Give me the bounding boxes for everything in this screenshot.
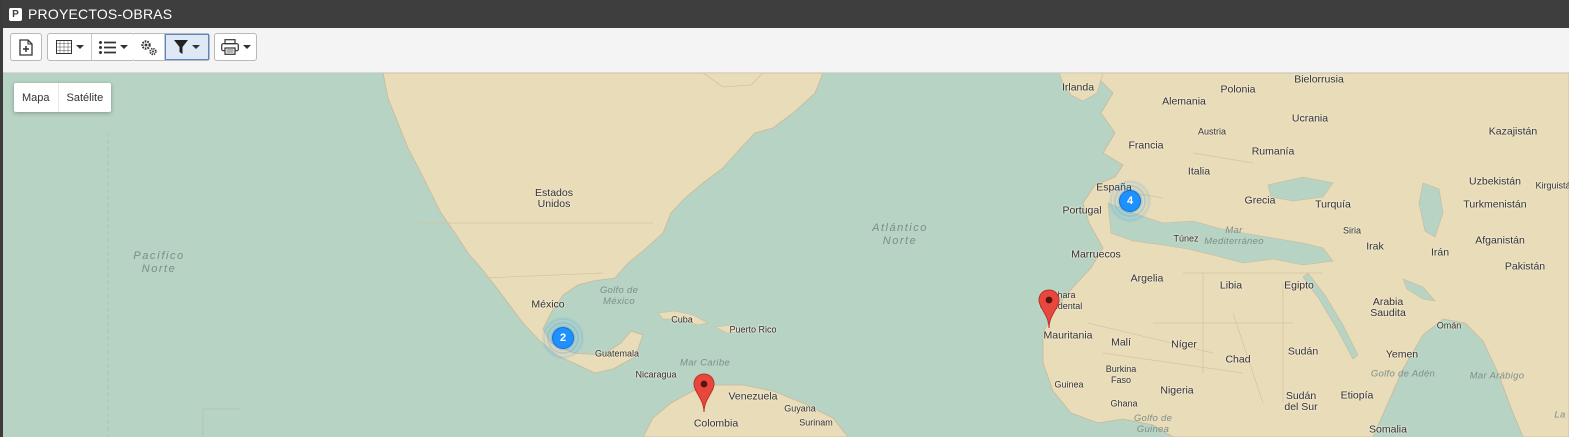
label-oman: Omán: [1436, 320, 1462, 331]
label-bielorrusia: Bielorrusia: [1294, 73, 1344, 86]
label-venezuela: Venezuela: [728, 390, 778, 403]
map-type-map[interactable]: Mapa: [14, 83, 59, 112]
label-sudan-del-sur: Sudán del Sur: [1284, 390, 1318, 413]
label-somalia: Somalia: [1369, 423, 1407, 436]
label-nicaragua: Nicaragua: [635, 369, 677, 380]
new-record-group: [10, 33, 42, 61]
grid-outline: [202, 408, 241, 437]
label-ghana: Ghana: [1110, 398, 1138, 409]
label-mauritania: Mauritania: [1043, 329, 1093, 342]
label-alemania: Alemania: [1162, 95, 1206, 108]
grid-icon: [55, 40, 72, 54]
label-ucrania: Ucrania: [1291, 112, 1329, 125]
file-plus-icon: [19, 38, 33, 56]
grid-view-button[interactable]: [48, 34, 92, 60]
label-mali: Malí: [1111, 336, 1131, 349]
filter-button[interactable]: [165, 34, 209, 60]
toolbar: [3, 28, 1569, 73]
label-irlanda: Irlanda: [1061, 81, 1095, 94]
cluster-mexico[interactable]: 2: [541, 316, 585, 360]
map-type-control: Mapa Satélite: [14, 83, 112, 112]
filter-icon: [174, 39, 188, 54]
chevron-down-icon: [192, 45, 200, 49]
label-guyana: Guyana: [784, 403, 816, 414]
label-portugal: Portugal: [1062, 204, 1102, 217]
list-view-button[interactable]: [92, 34, 134, 60]
label-kazajistan: Kazajistán: [1488, 125, 1538, 138]
list-icon: [98, 40, 116, 54]
map-background: [107, 73, 1569, 437]
label-austria: Austria: [1197, 126, 1227, 137]
label-surinam: Surinam: [799, 417, 833, 428]
new-record-button[interactable]: [11, 34, 41, 60]
label-golfo-aden: Golfo de Adén: [1370, 368, 1436, 380]
app-logo-icon: P: [9, 7, 22, 21]
label-mar-arabigo: Mar Arábigo: [1469, 370, 1525, 382]
label-guatemala: Guatemala: [594, 348, 640, 359]
view-group: [47, 33, 135, 61]
label-francia: Francia: [1128, 139, 1164, 152]
label-la: La: [1554, 409, 1566, 421]
title-bar: P PROYECTOS-OBRAS: [3, 0, 1569, 28]
map-view[interactable]: Mapa Satélite Irlanda Polonia Bielorrusi…: [3, 73, 1569, 437]
label-etiopia: Etiopía: [1340, 389, 1374, 402]
app-window: P PROYECTOS-OBRAS Mapa Satélite Irlanda …: [0, 0, 1569, 437]
chevron-down-icon: [75, 45, 84, 49]
label-golfo-mexico: Golfo de México: [599, 285, 639, 307]
label-rumania: Rumanía: [1251, 145, 1295, 158]
label-estados-unidos: Estados Unidos: [535, 187, 573, 210]
label-polonia: Polonia: [1220, 83, 1256, 96]
map-pin-icon[interactable]: [693, 373, 715, 413]
label-arabia-saudita: Arabia Saudita: [1370, 296, 1406, 319]
label-italia: Italia: [1187, 165, 1211, 178]
label-nigeria: Nigeria: [1160, 384, 1194, 397]
label-siria: Siria: [1342, 225, 1362, 236]
label-irak: Irak: [1366, 240, 1384, 253]
label-sudan: Sudán: [1287, 345, 1319, 358]
tools-group: [134, 33, 210, 61]
label-golfo-guinea: Golfo de Guinea: [1133, 413, 1173, 435]
label-atlantico-norte: Atlántico Norte: [872, 222, 928, 247]
label-egipto: Egipto: [1284, 279, 1314, 292]
printer-icon: [220, 39, 239, 55]
print-button[interactable]: [215, 34, 256, 60]
label-niger: Níger: [1171, 338, 1197, 351]
label-burkina-faso: Burkina Faso: [1105, 364, 1137, 385]
label-turkmenistan: Turkmenistán: [1463, 198, 1527, 211]
label-tunez: Túnez: [1173, 233, 1199, 244]
label-uzbekistan: Uzbekistán: [1469, 175, 1521, 188]
print-group: [214, 33, 257, 61]
label-yemen: Yemen: [1385, 348, 1419, 361]
label-marruecos: Marruecos: [1071, 248, 1121, 261]
label-chad: Chad: [1225, 353, 1251, 366]
label-grecia: Grecia: [1244, 194, 1276, 207]
label-turquia: Turquía: [1315, 198, 1351, 211]
cluster-count: 2: [552, 327, 574, 349]
label-guinea: Guinea: [1054, 379, 1084, 390]
window-title: PROYECTOS-OBRAS: [28, 6, 173, 22]
label-argelia: Argelia: [1130, 272, 1164, 285]
gears-icon: [141, 39, 157, 55]
label-iran: Irán: [1430, 246, 1450, 259]
label-mexico: México: [531, 298, 565, 311]
map-type-satellite[interactable]: Satélite: [59, 83, 112, 112]
label-pacifico-norte: Pacífico Norte: [133, 250, 185, 275]
cluster-spain[interactable]: 4: [1108, 179, 1152, 223]
label-libia: Libia: [1219, 279, 1243, 292]
chevron-down-icon: [242, 45, 251, 49]
map-pin-icon[interactable]: [1038, 289, 1060, 329]
cluster-count: 4: [1119, 190, 1141, 212]
label-afganistan: Afganistán: [1475, 234, 1525, 247]
label-puerto-rico: Puerto Rico: [729, 324, 777, 335]
settings-button[interactable]: [134, 34, 165, 60]
label-pakistan: Pakistán: [1504, 260, 1546, 273]
label-kirguistan: Kirguistá: [1535, 180, 1569, 191]
label-colombia: Colombia: [693, 417, 739, 430]
label-cuba: Cuba: [671, 314, 693, 325]
chevron-down-icon: [119, 45, 128, 49]
label-mar-mediterraneo: Mar Mediterráneo: [1204, 225, 1264, 247]
label-mar-caribe: Mar Caribe: [680, 357, 730, 369]
